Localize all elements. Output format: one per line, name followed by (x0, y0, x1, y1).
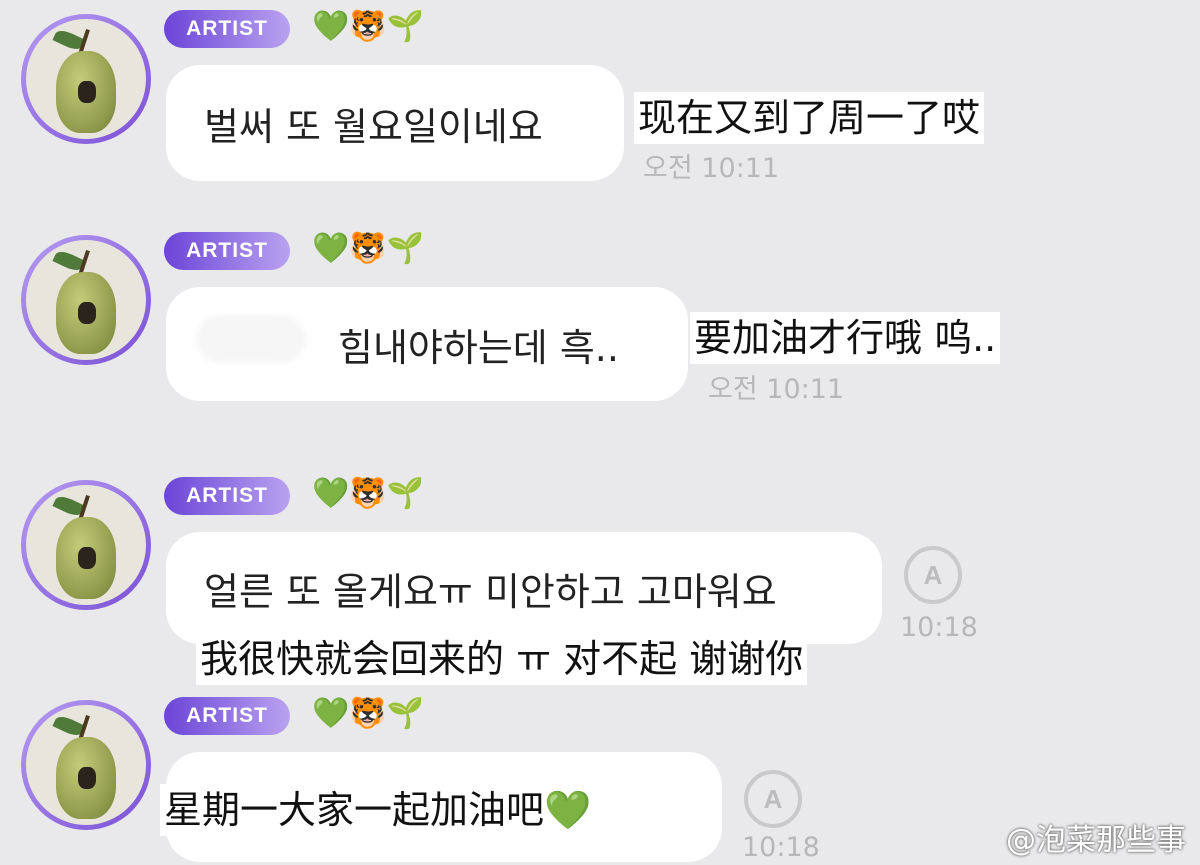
emoji-group: 💚🐯🌱 (312, 475, 424, 513)
avatar[interactable] (21, 700, 151, 830)
message-time: 10:18 (900, 612, 978, 643)
message-text: 힘내야하는데 흑.. (338, 325, 619, 370)
message-time: 10:18 (742, 832, 820, 863)
green-heart-icon: 💚 (312, 476, 350, 511)
avatar[interactable] (21, 14, 151, 144)
message-bubble[interactable]: 벌써 또 월요일이네요 (166, 65, 624, 181)
translate-icon[interactable]: A (904, 546, 962, 604)
translate-icon[interactable]: A (744, 770, 802, 828)
artist-badge: ARTIST (164, 477, 290, 515)
emoji-group: 💚🐯🌱 (312, 695, 424, 733)
sprout-icon: 🌱 (386, 476, 425, 511)
avatar[interactable] (21, 480, 151, 610)
message-time: 오전 10:11 (643, 153, 780, 184)
translation-caption: 现在又到了周一了哎 (634, 92, 985, 144)
emoji-group: 💚🐯🌱 (312, 230, 424, 268)
sprout-icon: 🌱 (386, 231, 425, 266)
green-heart-icon: 💚 (312, 9, 350, 44)
redacted-area (196, 315, 306, 363)
avatar[interactable] (21, 235, 151, 365)
sprout-icon: 🌱 (386, 9, 425, 44)
message-time: 오전 10:11 (708, 374, 845, 405)
artist-badge: ARTIST (164, 232, 290, 270)
emoji-group: 💚🐯🌱 (312, 8, 424, 46)
artist-badge: ARTIST (164, 697, 290, 735)
green-heart-icon: 💚 (312, 231, 350, 266)
translation-caption: 星期一大家一起加油吧💚 (160, 784, 596, 836)
message-bubble[interactable]: 얼른 또 올게요ㅠ 미안하고 고마워요 (166, 532, 882, 644)
artist-badge: ARTIST (164, 10, 290, 48)
tiger-icon: 🐯 (349, 9, 387, 44)
message-bubble[interactable]: 힘내야하는데 흑.. (166, 287, 688, 401)
tiger-icon: 🐯 (349, 231, 387, 266)
translation-caption: 要加油才行哦 呜.. (690, 312, 1001, 364)
green-heart-icon: 💚 (312, 696, 350, 731)
tiger-icon: 🐯 (349, 476, 387, 511)
sprout-icon: 🌱 (386, 696, 425, 731)
translation-caption: 我很快就会回来的 ㅠ 对不起 谢谢你 (196, 633, 808, 685)
tiger-icon: 🐯 (349, 696, 387, 731)
watermark: @泡菜那些事 (1006, 823, 1186, 858)
